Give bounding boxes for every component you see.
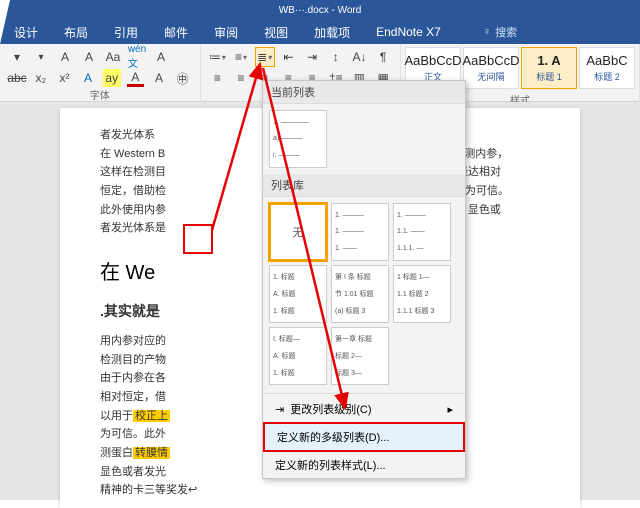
list-style-5[interactable]: 1 标题 1—1.1 标题 21.1.1 标题 3 (393, 265, 451, 323)
multilevel-list-icon[interactable]: ≣▾ (256, 48, 274, 66)
style-nospace[interactable]: AaBbCcD无间隔 (463, 47, 519, 89)
tell-me-search[interactable]: ♀ 搜索 (483, 24, 517, 40)
char-border-icon[interactable]: A (152, 48, 170, 66)
app-name: Word (338, 5, 362, 16)
chevron-right-icon: ▸ (447, 403, 453, 416)
tab-mailings[interactable]: 邮件 (160, 24, 192, 41)
font-name-dropdown[interactable]: ▾ (8, 48, 26, 66)
phonetic-guide-icon[interactable]: wén文 (128, 48, 146, 66)
ribbon-tabs: 设计 布局 引用 邮件 审阅 视图 加载项 EndNote X7 ♀ 搜索 (0, 20, 640, 44)
group-label-font: 字体 (8, 87, 192, 102)
menu-define-list-style[interactable]: 定义新的列表样式(L)... (263, 452, 465, 478)
tab-references[interactable]: 引用 (110, 24, 142, 41)
strike-icon[interactable]: abc (8, 69, 26, 87)
list-style-6[interactable]: I. 标题—A. 标题1. 标题 (269, 327, 327, 385)
list-style-7[interactable]: 第一章 标题标题 2—标题 3— (331, 327, 389, 385)
current-list-preview[interactable]: 1. ————a) ———i. ——— (269, 110, 327, 168)
show-marks-icon[interactable]: ¶ (374, 48, 392, 66)
list-style-1[interactable]: 1. ———1. ———1. —— (331, 203, 389, 261)
increase-font-icon[interactable]: A (56, 48, 74, 66)
tab-view[interactable]: 视图 (260, 24, 292, 41)
tab-addins[interactable]: 加载项 (310, 24, 354, 41)
decrease-font-icon[interactable]: A (80, 48, 98, 66)
lightbulb-icon: ♀ (483, 26, 491, 38)
tab-endnote[interactable]: EndNote X7 (372, 25, 445, 39)
sort-icon[interactable]: A↓ (351, 48, 369, 66)
align-left-icon[interactable]: ≡ (209, 69, 227, 87)
dd-section-current: 当前列表 (263, 81, 465, 104)
style-heading1[interactable]: 1. A标题 1 (521, 47, 577, 89)
dd-section-library: 列表库 (263, 174, 465, 197)
title-bar: WB···.docx - Word (0, 0, 640, 20)
list-none[interactable]: 无 (269, 203, 327, 261)
tab-layout[interactable]: 布局 (60, 24, 92, 41)
numbering-icon[interactable]: ≡▾ (232, 48, 250, 66)
list-style-4[interactable]: 第 I 条 标题节 1.01 标题(a) 标题 3 (331, 265, 389, 323)
tab-design[interactable]: 设计 (10, 24, 42, 41)
highlight-icon[interactable]: ay (103, 69, 121, 87)
clear-format-icon[interactable]: Aa (104, 48, 122, 66)
indent-icon: ⇥ (275, 403, 284, 416)
list-style-3[interactable]: 1. 标题A. 标题1. 标题 (269, 265, 327, 323)
bullets-icon[interactable]: ≔▾ (209, 48, 227, 66)
list-style-2[interactable]: 1. ———1.1. ——1.1.1. — (393, 203, 451, 261)
text-effects-icon[interactable]: A (79, 69, 97, 87)
style-heading2[interactable]: AaBbC标题 2 (579, 47, 635, 89)
subscript-icon[interactable]: x₂ (32, 69, 50, 87)
menu-define-new-multilevel[interactable]: 定义新的多级列表(D)... (263, 422, 465, 452)
increase-indent-icon[interactable]: ⇥ (303, 48, 321, 66)
font-size-dropdown[interactable]: ▾ (32, 48, 50, 66)
superscript-icon[interactable]: x² (56, 69, 74, 87)
decrease-indent-icon[interactable]: ⇤ (280, 48, 298, 66)
enclose-char-icon[interactable]: ㊥ (174, 69, 192, 87)
align-center-icon[interactable]: ≡ (232, 69, 250, 87)
menu-change-level[interactable]: ⇥ 更改列表级别(C) ▸ (263, 396, 465, 422)
asian-layout-icon[interactable]: ↕ (327, 48, 345, 66)
font-color-icon[interactable]: A (127, 69, 145, 87)
multilevel-list-dropdown: 当前列表 1. ————a) ———i. ——— 列表库 无 1. ———1. … (262, 80, 466, 479)
char-shading-icon[interactable]: A (150, 69, 168, 87)
tab-review[interactable]: 审阅 (210, 24, 242, 41)
doc-title: WB···.docx (279, 5, 329, 16)
